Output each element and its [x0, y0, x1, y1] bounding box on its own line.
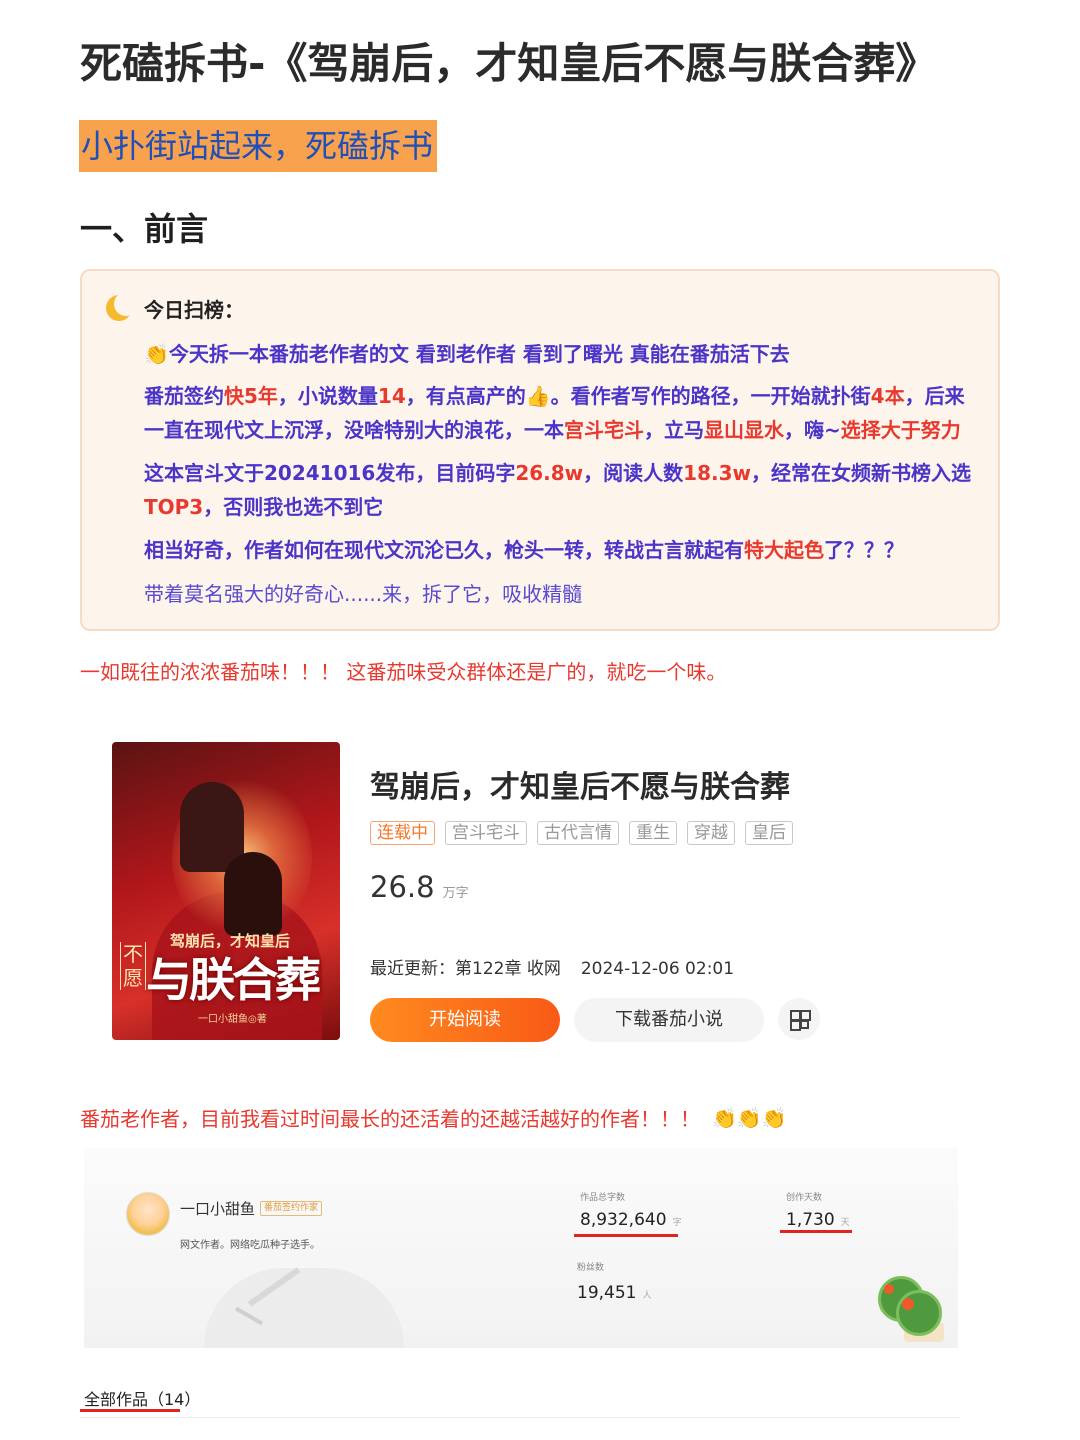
cover-big-title: 与朕合葬	[146, 953, 321, 1007]
mountain-decoration	[204, 1268, 404, 1348]
start-reading-button[interactable]: 开始阅读	[370, 998, 560, 1042]
tag-genre[interactable]: 宫斗宅斗	[445, 821, 527, 845]
tag-empress[interactable]: 皇后	[745, 821, 793, 845]
author-badge: 番茄签约作家	[260, 1201, 323, 1216]
author-avatar[interactable]	[126, 1192, 170, 1236]
section-heading: 一、前言	[80, 210, 209, 248]
total-words-value: 8,932,640 字	[580, 1210, 682, 1230]
book-cover-image[interactable]: 驾崩后，才知皇后 不愿 与朕合葬 一口小甜鱼◎著	[112, 742, 340, 1040]
tab-divider	[80, 1417, 960, 1418]
fans-value: 19,451 人	[577, 1283, 652, 1303]
note-paragraph-2: 番茄签约快5年，小说数量14，有点高产的👍。看作者写作的路径，一开始就扑街4本，…	[144, 379, 976, 447]
tag-rebirth[interactable]: 重生	[629, 821, 677, 845]
creation-days-underline	[780, 1230, 852, 1233]
book-title[interactable]: 驾崩后，才知皇后不愿与朕合葬	[370, 762, 790, 806]
book-card: 驾崩后，才知皇后 不愿 与朕合葬 一口小甜鱼◎著 驾崩后，才知皇后不愿与朕合葬 …	[112, 742, 972, 1042]
active-tab-indicator	[80, 1409, 180, 1412]
qr-code-button[interactable]	[778, 998, 820, 1040]
author-name[interactable]: 一口小甜鱼	[180, 1198, 255, 1219]
note-paragraph-4: 相当好奇，作者如何在现代文沉沦已久，枪头一转，转战古言就起有特大起色了？？？	[144, 538, 904, 562]
moon-icon	[104, 292, 138, 323]
word-count: 26.8 万字	[370, 870, 469, 904]
thumbs-up-icon: 👍	[525, 384, 551, 408]
creation-days-label: 创作天数	[786, 1193, 823, 1203]
note-paragraph-3: 这本宫斗文于20241016发布，目前码字26.8w，阅读人数18.3w，经常在…	[144, 461, 971, 519]
note-box: 今日扫榜： 👏今天拆一本番茄老作者的文 看到老作者 看到了曙光 真能在番茄活下去…	[80, 269, 1000, 631]
clap-icon: 👏	[144, 342, 169, 366]
note-heading-text: 今日扫榜：	[144, 297, 244, 322]
latest-chapter-link[interactable]: 最近更新：第122章 收网	[370, 959, 561, 979]
cover-author: 一口小甜鱼◎著	[198, 1014, 267, 1025]
tag-status[interactable]: 连载中	[370, 821, 435, 845]
note-paragraph-5: 带着莫名强大的好奇心......来，拆了它，吸收精髓	[144, 582, 583, 606]
tomato-scroll-decoration	[874, 1276, 952, 1346]
total-words-label: 作品总字数	[580, 1193, 626, 1203]
note-heading: 今日扫榜：	[104, 292, 244, 323]
author-description: 网文作者。网络吃瓜种子选手。	[180, 1240, 320, 1251]
tag-category[interactable]: 古代言情	[537, 821, 619, 845]
latest-update: 最近更新：第122章 收网 2024-12-06 02:01	[370, 954, 734, 979]
comment-line-1: 一如既往的浓浓番茄味！！！ 这番茄味受众群体还是广的，就吃一个味。	[80, 660, 727, 684]
comment-line-2: 番茄老作者，目前我看过时间最长的还活着的还越活越好的作者！！！ 👏👏👏	[80, 1105, 787, 1132]
total-words-underline	[574, 1234, 678, 1237]
page-title: 死磕拆书-《驾崩后，才知皇后不愿与朕合葬》	[80, 39, 938, 88]
author-profile-card: 一口小甜鱼 番茄签约作家 网文作者。网络吃瓜种子选手。 作品总字数 8,932,…	[84, 1148, 958, 1348]
clap-icon: 👏👏👏	[712, 1105, 787, 1130]
cover-side-text: 不愿	[120, 942, 146, 990]
fans-label: 粉丝数	[577, 1263, 605, 1273]
update-time: 2024-12-06 02:01	[580, 959, 735, 979]
tag-time-travel[interactable]: 穿越	[687, 821, 735, 845]
creation-days-value: 1,730 天	[786, 1210, 850, 1230]
tab-all-works[interactable]: 全部作品（14）	[84, 1386, 200, 1410]
download-app-button[interactable]: 下载番茄小说	[574, 998, 764, 1042]
note-paragraph-1: 👏今天拆一本番茄老作者的文 看到老作者 看到了曙光 真能在番茄活下去	[144, 337, 976, 371]
book-tags: 连载中 宫斗宅斗 古代言情 重生 穿越 皇后	[370, 821, 793, 845]
highlight-subtitle: 小扑街站起来，死磕拆书	[79, 120, 438, 172]
